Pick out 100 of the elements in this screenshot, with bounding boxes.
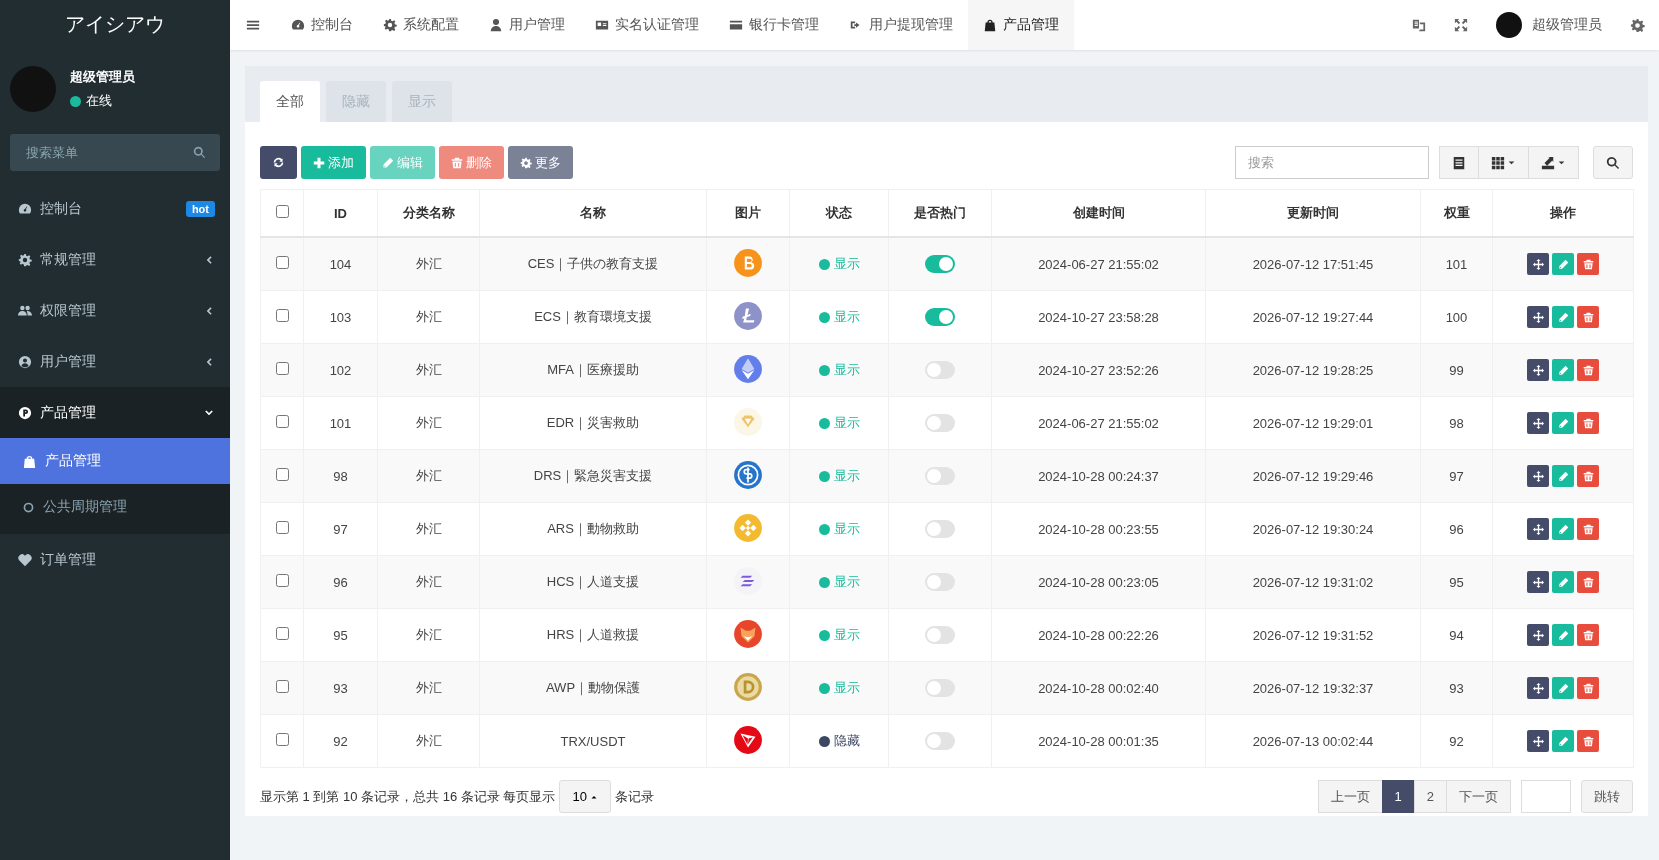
nav-tab[interactable]: 控制台: [276, 0, 368, 50]
drag-button[interactable]: [1527, 518, 1549, 540]
row-checkbox[interactable]: [275, 733, 289, 746]
table-cell: ARS｜動物救助: [479, 502, 707, 556]
pencil-icon: [1557, 682, 1569, 694]
drag-button[interactable]: [1527, 253, 1549, 275]
row-checkbox[interactable]: [275, 309, 289, 322]
table-cell: 外汇: [377, 290, 480, 344]
row-checkbox[interactable]: [275, 256, 289, 269]
table-cell: 104: [303, 237, 378, 291]
hot-toggle[interactable]: [925, 573, 955, 591]
row-checkbox[interactable]: [275, 362, 289, 375]
nav-tab[interactable]: 实名认证管理: [580, 0, 714, 50]
hot-toggle[interactable]: [925, 520, 955, 538]
drag-button[interactable]: [1527, 571, 1549, 593]
filter-tab[interactable]: 全部: [260, 81, 320, 122]
refresh-button[interactable]: [260, 146, 297, 179]
table-cell: HRS｜人道救援: [479, 608, 707, 662]
delete-button[interactable]: [1577, 306, 1599, 328]
row-checkbox[interactable]: [275, 680, 289, 693]
hot-toggle[interactable]: [925, 626, 955, 644]
fullscreen-icon: [1454, 18, 1468, 32]
delete-button[interactable]: [1577, 677, 1599, 699]
drag-button[interactable]: [1527, 306, 1549, 328]
move-icon: [1532, 523, 1544, 535]
table-cell: AWP｜動物保護: [479, 661, 707, 715]
trash-icon: [1582, 364, 1594, 376]
list-icon: [1452, 155, 1466, 170]
caret-icon: [1557, 158, 1566, 167]
page-button[interactable]: 1: [1381, 780, 1415, 813]
app-logo-text: アイシアウ: [64, 11, 166, 37]
nav-tab[interactable]: 产品管理: [968, 0, 1074, 50]
jump-button[interactable]: 跳转: [1581, 780, 1633, 813]
coin-icon: [733, 459, 763, 490]
user-name: 超级管理员: [70, 68, 135, 86]
nav-tab[interactable]: 用户管理: [474, 0, 580, 50]
sidebar-item[interactable]: 产品管理: [0, 387, 230, 438]
table-cell: CES｜子供の教育支援: [479, 237, 707, 291]
row-checkbox[interactable]: [275, 468, 289, 481]
sidebar-subitem[interactable]: 产品管理: [0, 438, 230, 484]
sidebar-item[interactable]: 用户管理: [0, 336, 230, 387]
delete-button[interactable]: [1577, 253, 1599, 275]
delete-button[interactable]: [1577, 412, 1599, 434]
delete-button[interactable]: [1577, 518, 1599, 540]
search-button[interactable]: [1593, 146, 1633, 179]
table-cell: 外汇: [377, 608, 480, 662]
delete-button[interactable]: [1577, 465, 1599, 487]
toggle-view-button[interactable]: [1439, 146, 1479, 179]
hot-toggle[interactable]: [925, 414, 955, 432]
prev-page-button[interactable]: 上一页: [1317, 780, 1383, 813]
page-button[interactable]: 2: [1413, 780, 1447, 813]
status-label: 显示: [833, 520, 860, 538]
delete-button[interactable]: [1577, 624, 1599, 646]
row-checkbox[interactable]: [275, 627, 289, 640]
delete-button[interactable]: [1577, 730, 1599, 752]
table-cell: 2026-07-12 19:29:46: [1205, 449, 1421, 503]
columns-button[interactable]: [1479, 146, 1529, 179]
menu-search-box[interactable]: 搜索菜单: [10, 134, 220, 171]
search-field[interactable]: 搜索: [1235, 146, 1429, 179]
export-button[interactable]: [1529, 146, 1579, 179]
trash-icon: [1582, 523, 1594, 535]
pencil-icon: [1557, 629, 1569, 641]
hot-toggle[interactable]: [925, 255, 955, 273]
next-page-button[interactable]: 下一页: [1446, 780, 1511, 813]
page-size-dropdown[interactable]: 10: [559, 780, 611, 813]
hot-toggle[interactable]: [925, 308, 955, 326]
drag-button[interactable]: [1527, 730, 1549, 752]
top-user-name[interactable]: 超级管理员: [1532, 16, 1602, 34]
hot-toggle[interactable]: [925, 732, 955, 750]
delete-button[interactable]: [1577, 359, 1599, 381]
drag-button[interactable]: [1527, 359, 1549, 381]
sidebar-item[interactable]: 控制台 hot: [0, 183, 230, 234]
table-cell: 2026-07-12 19:27:44: [1205, 290, 1421, 344]
sidebar-subitem[interactable]: 公共周期管理: [0, 484, 230, 530]
nav-tab[interactable]: 银行卡管理: [714, 0, 834, 50]
page-number-field[interactable]: [1521, 780, 1571, 813]
drag-button[interactable]: [1527, 624, 1549, 646]
sidebar-item[interactable]: 订单管理: [0, 534, 230, 585]
drag-button[interactable]: [1527, 677, 1549, 699]
sidebar-item[interactable]: 常规管理: [0, 234, 230, 285]
row-checkbox[interactable]: [275, 415, 289, 428]
move-icon: [1532, 576, 1544, 588]
move-icon: [1532, 682, 1544, 694]
drag-button[interactable]: [1527, 465, 1549, 487]
move-icon: [1532, 311, 1544, 323]
nav-tab[interactable]: 用户提现管理: [834, 0, 968, 50]
drag-button[interactable]: [1527, 412, 1549, 434]
hot-toggle[interactable]: [925, 361, 955, 379]
row-checkbox[interactable]: [275, 574, 289, 587]
row-checkbox[interactable]: [275, 521, 289, 534]
nav-tab[interactable]: 系统配置: [368, 0, 474, 50]
users-icon: [18, 303, 32, 318]
menu-search-field[interactable]: 搜索菜单: [24, 144, 193, 161]
delete-button[interactable]: [1577, 571, 1599, 593]
table-cell: 2024-06-27 21:55:02: [991, 237, 1206, 291]
toolbar-button[interactable]: 更多: [508, 146, 573, 179]
hot-toggle[interactable]: [925, 679, 955, 697]
select-all-checkbox[interactable]: [275, 205, 289, 218]
hot-toggle[interactable]: [925, 467, 955, 485]
sidebar-item[interactable]: 权限管理: [0, 285, 230, 336]
